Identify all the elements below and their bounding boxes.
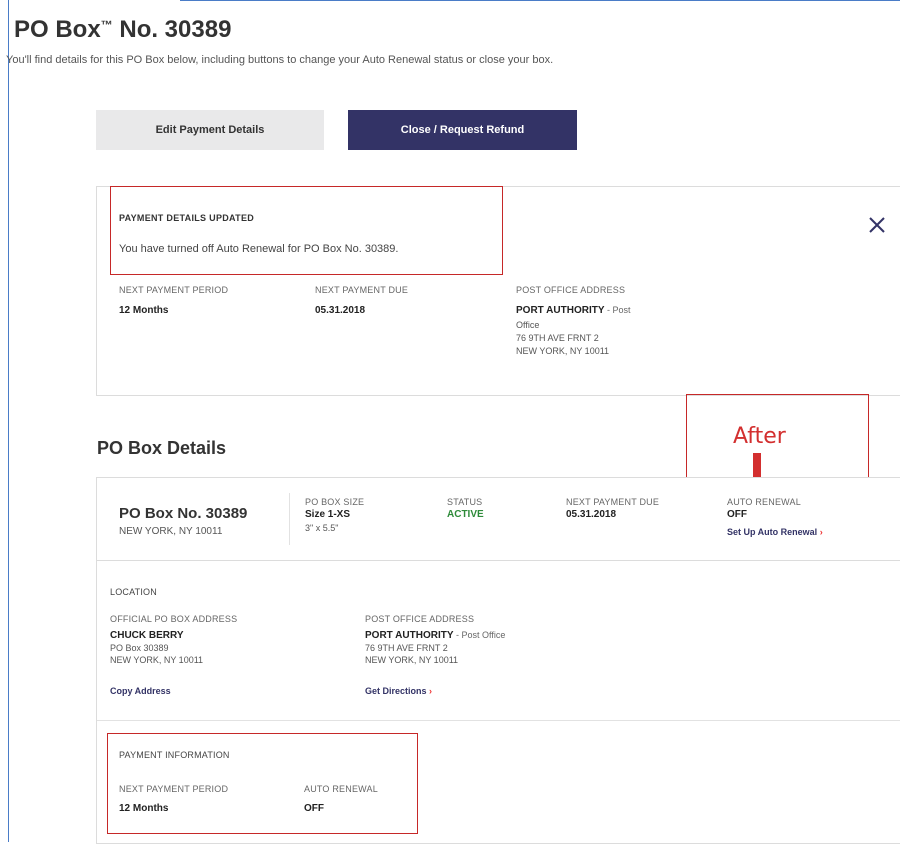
copy-address-link[interactable]: Copy Address	[110, 686, 171, 696]
location-heading: LOCATION	[110, 587, 157, 597]
notice-next-period-value: 12 Months	[119, 305, 169, 316]
location-po-line2: NEW YORK, NY 10011	[365, 655, 459, 665]
divider	[289, 493, 290, 545]
page-subtitle: You'll find details for this PO Box belo…	[6, 54, 554, 66]
status-badge: ACTIVE	[447, 509, 484, 520]
edit-payment-details-button[interactable]: Edit Payment Details	[96, 110, 324, 150]
po-box-number: PO Box No. 30389	[119, 505, 248, 522]
size-dimensions: 3" x 5.5"	[305, 523, 339, 533]
close-icon[interactable]	[867, 215, 887, 235]
frame-border-top	[180, 0, 900, 1]
size-value: Size 1-XS	[305, 509, 351, 520]
payment-heading: PAYMENT INFORMATION	[119, 750, 230, 760]
notice-title: PAYMENT DETAILS UPDATED	[119, 213, 255, 223]
notice-po-line3: NEW YORK, NY 10011	[516, 346, 610, 356]
trademark: ™	[100, 18, 113, 32]
frame-border-left	[8, 0, 9, 842]
payment-period-label: NEXT PAYMENT PERIOD	[119, 784, 229, 794]
po-box-city: NEW YORK, NY 10011	[119, 526, 223, 537]
auto-renewal-value: OFF	[727, 509, 747, 520]
notice-po-line1: Office	[516, 320, 540, 330]
notice-po-address-label: POST OFFICE ADDRESS	[516, 285, 626, 295]
section-divider	[97, 720, 900, 721]
notice-next-due-value: 05.31.2018	[315, 305, 366, 316]
chevron-right-icon: ›	[429, 686, 433, 696]
set-up-auto-renewal-link[interactable]: Set Up Auto Renewal ›	[727, 527, 823, 537]
payment-period-value: 12 Months	[119, 803, 169, 814]
next-due-value: 05.31.2018	[566, 509, 617, 520]
official-line2: NEW YORK, NY 10011	[110, 655, 204, 665]
official-address-label: OFFICIAL PO BOX ADDRESS	[110, 614, 238, 624]
payment-renewal-value: OFF	[304, 803, 324, 814]
next-due-label: NEXT PAYMENT DUE	[566, 497, 660, 507]
chevron-right-icon: ›	[819, 527, 823, 537]
location-po-line1: 76 9TH AVE FRNT 2	[365, 643, 448, 653]
size-label: PO BOX SIZE	[305, 497, 365, 507]
payment-renewal-label: AUTO RENEWAL	[304, 784, 378, 794]
notice-po-line2: 76 9TH AVE FRNT 2	[516, 333, 599, 343]
notice-next-period-label: NEXT PAYMENT PERIOD	[119, 285, 229, 295]
page-title: PO Box™ No. 30389	[14, 16, 232, 43]
highlight-box-notice	[110, 186, 503, 275]
location-po-address-label: POST OFFICE ADDRESS	[365, 614, 475, 624]
official-name: CHUCK BERRY	[110, 630, 184, 641]
notice-message: You have turned off Auto Renewal for PO …	[119, 243, 399, 255]
close-request-refund-button[interactable]: Close / Request Refund	[348, 110, 577, 150]
get-directions-link[interactable]: Get Directions ›	[365, 686, 432, 696]
notice-next-due-label: NEXT PAYMENT DUE	[315, 285, 409, 295]
after-annotation: After	[733, 424, 786, 449]
location-po-name: PORT AUTHORITY - Post Office	[365, 630, 506, 641]
auto-renewal-label: AUTO RENEWAL	[727, 497, 801, 507]
po-box-details-heading: PO Box Details	[97, 438, 227, 458]
status-label: STATUS	[447, 497, 483, 507]
official-line1: PO Box 30389	[110, 643, 169, 653]
notice-po-name: PORT AUTHORITY - Post	[516, 305, 631, 316]
